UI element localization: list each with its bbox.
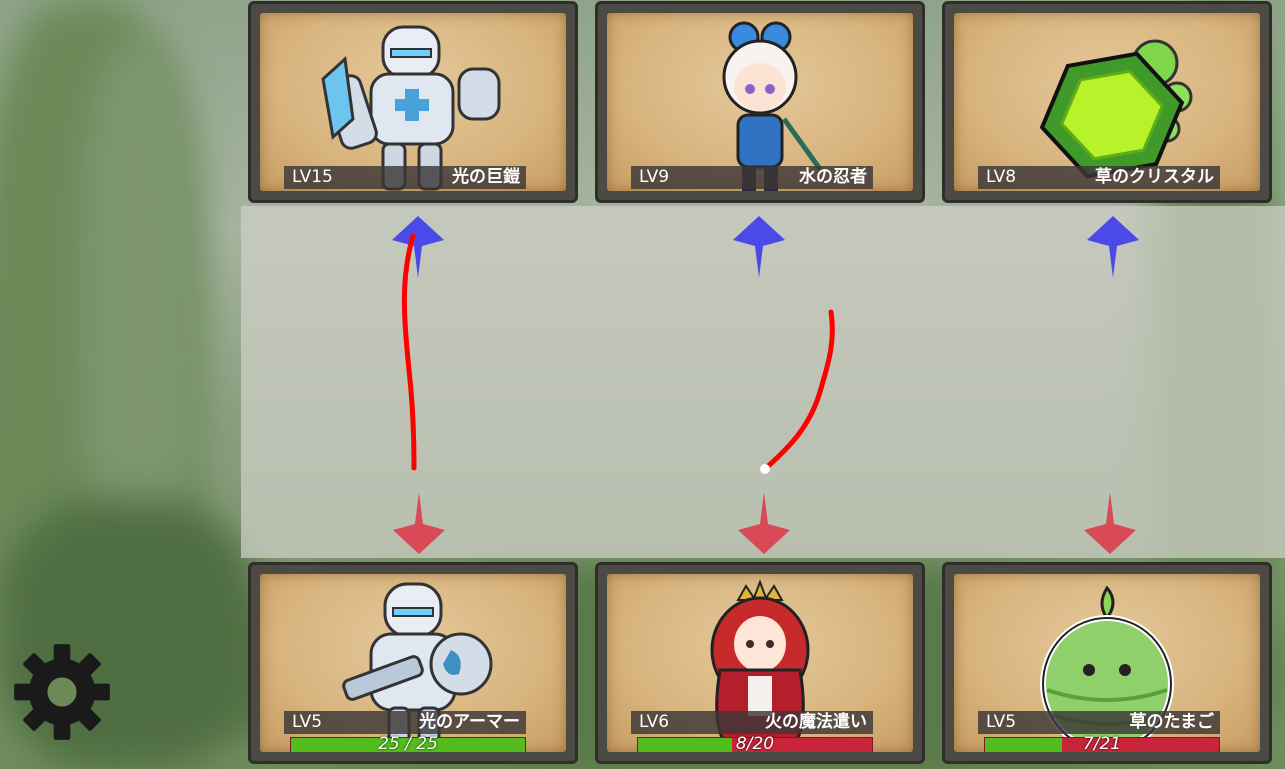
ally-attack-marker-3[interactable] bbox=[1084, 492, 1136, 554]
card-parchment: LV15 光の巨鎧 bbox=[260, 13, 566, 191]
hp-bar: 8/20 bbox=[637, 734, 873, 753]
enemy-namebar: LV8 草のクリスタル bbox=[978, 166, 1220, 189]
card-parchment: LV8 草のクリスタル bbox=[954, 13, 1260, 191]
enemy-namebar: LV15 光の巨鎧 bbox=[284, 166, 526, 189]
ally-card-1[interactable]: LV5 光のアーマー 25 / 25 bbox=[248, 562, 578, 764]
hp-bar: 7/21 bbox=[984, 734, 1220, 753]
hp-bar: 25 / 25 bbox=[290, 734, 526, 753]
card-parchment: LV5 光のアーマー 25 / 25 bbox=[260, 574, 566, 752]
monster-name: 光のアーマー bbox=[419, 712, 520, 732]
hp-text: 25 / 25 bbox=[378, 734, 438, 753]
enemy-target-marker-3[interactable] bbox=[1087, 216, 1139, 278]
hp-text: 7/21 bbox=[1082, 734, 1122, 753]
enemy-namebar: LV9 水の忍者 bbox=[631, 166, 873, 189]
enemy-card-3[interactable]: LV8 草のクリスタル bbox=[942, 1, 1272, 203]
level-label: LV8 bbox=[986, 167, 1017, 187]
ally-card-3[interactable]: LV5 草のたまご 7/21 bbox=[942, 562, 1272, 764]
hp-text: 8/20 bbox=[735, 734, 775, 753]
level-label: LV6 bbox=[639, 712, 670, 732]
level-label: LV9 bbox=[639, 167, 670, 187]
level-label: LV15 bbox=[292, 167, 333, 187]
level-label: LV5 bbox=[986, 712, 1017, 732]
monster-name: 草のたまご bbox=[1129, 712, 1215, 732]
card-parchment: LV6 火の魔法遣い 8/20 bbox=[607, 574, 913, 752]
ally-attack-marker-2[interactable] bbox=[738, 492, 790, 554]
gear-icon[interactable] bbox=[10, 640, 114, 744]
ally-attack-marker-1[interactable] bbox=[393, 492, 445, 554]
monster-name: 水の忍者 bbox=[799, 167, 867, 187]
ally-card-2[interactable]: LV6 火の魔法遣い 8/20 bbox=[595, 562, 925, 764]
monster-name: 火の魔法遣い bbox=[765, 712, 867, 732]
ally-namebar: LV6 火の魔法遣い bbox=[631, 711, 873, 734]
card-parchment: LV9 水の忍者 bbox=[607, 13, 913, 191]
card-parchment: LV5 草のたまご 7/21 bbox=[954, 574, 1260, 752]
enemy-target-marker-2[interactable] bbox=[733, 216, 785, 278]
monster-name: 光の巨鎧 bbox=[452, 167, 520, 187]
enemy-card-1[interactable]: LV15 光の巨鎧 bbox=[248, 1, 578, 203]
ally-namebar: LV5 草のたまご bbox=[978, 711, 1220, 734]
enemy-card-2[interactable]: LV9 水の忍者 bbox=[595, 1, 925, 203]
level-label: LV5 bbox=[292, 712, 323, 732]
enemy-target-marker-1[interactable] bbox=[392, 216, 444, 278]
monster-name: 草のクリスタル bbox=[1095, 167, 1214, 187]
ally-namebar: LV5 光のアーマー bbox=[284, 711, 526, 734]
